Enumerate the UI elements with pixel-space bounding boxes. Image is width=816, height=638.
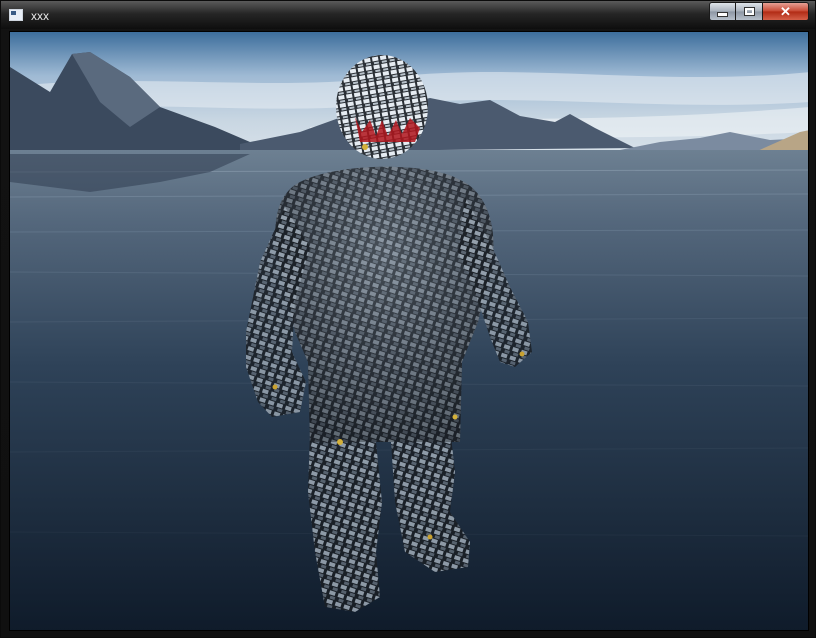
application-window: xxx ✕ (0, 0, 816, 638)
render-viewport[interactable] (9, 31, 809, 631)
scene-canvas (10, 32, 808, 630)
close-icon: ✕ (780, 3, 791, 19)
minimize-icon (717, 12, 728, 17)
maximize-icon (743, 7, 755, 16)
highlight-spark (337, 439, 343, 445)
highlight-spark (519, 351, 525, 357)
highlight-spark (427, 534, 433, 540)
window-controls: ✕ (709, 2, 809, 21)
model-head (336, 55, 428, 159)
highlight-spark (272, 384, 278, 390)
window-title: xxx (31, 9, 49, 23)
close-button[interactable]: ✕ (763, 2, 809, 21)
title-bar[interactable]: xxx ✕ (1, 1, 815, 29)
minimize-button[interactable] (709, 2, 736, 21)
maximize-button[interactable] (736, 2, 763, 21)
highlight-spark (452, 414, 458, 420)
app-icon[interactable] (9, 9, 23, 21)
highlight-spark (362, 144, 368, 150)
